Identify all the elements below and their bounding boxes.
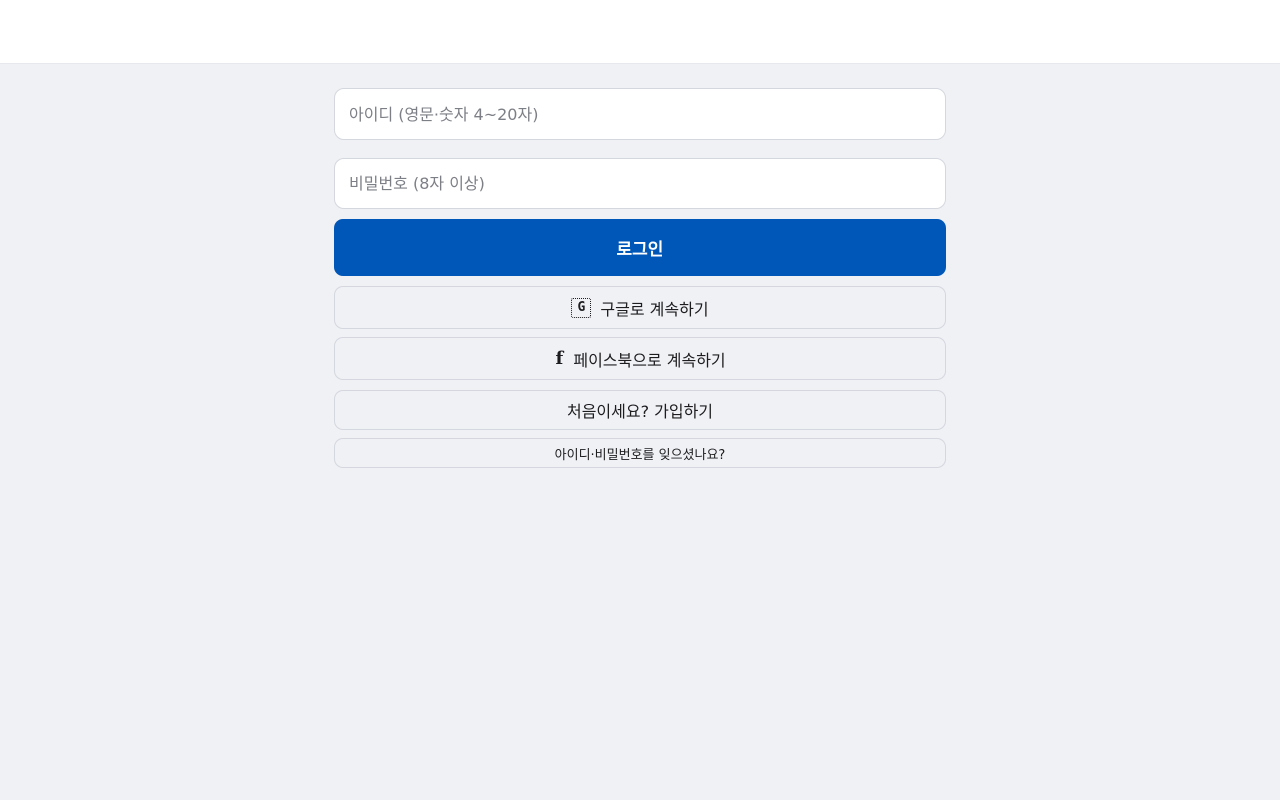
facebook-icon: f	[555, 347, 564, 369]
google-login-button[interactable]: G 구글로 계속하기	[334, 286, 946, 329]
google-login-label: 구글로 계속하기	[600, 299, 709, 319]
forgot-credentials-button[interactable]: 아이디·비밀번호를 잊으셨나요?	[334, 438, 946, 468]
top-header-bar	[0, 0, 1280, 64]
facebook-login-button[interactable]: f 페이스북으로 계속하기	[334, 337, 946, 380]
id-input[interactable]	[334, 88, 946, 140]
google-icon: G	[571, 297, 592, 318]
password-input[interactable]	[334, 158, 946, 209]
signup-button[interactable]: 처음이세요? 가입하기	[334, 390, 946, 430]
login-form: 로그인 G 구글로 계속하기 f 페이스북으로 계속하기 처음이세요? 가입하기…	[334, 88, 946, 468]
login-button[interactable]: 로그인	[334, 219, 946, 276]
facebook-login-label: 페이스북으로 계속하기	[573, 350, 726, 370]
